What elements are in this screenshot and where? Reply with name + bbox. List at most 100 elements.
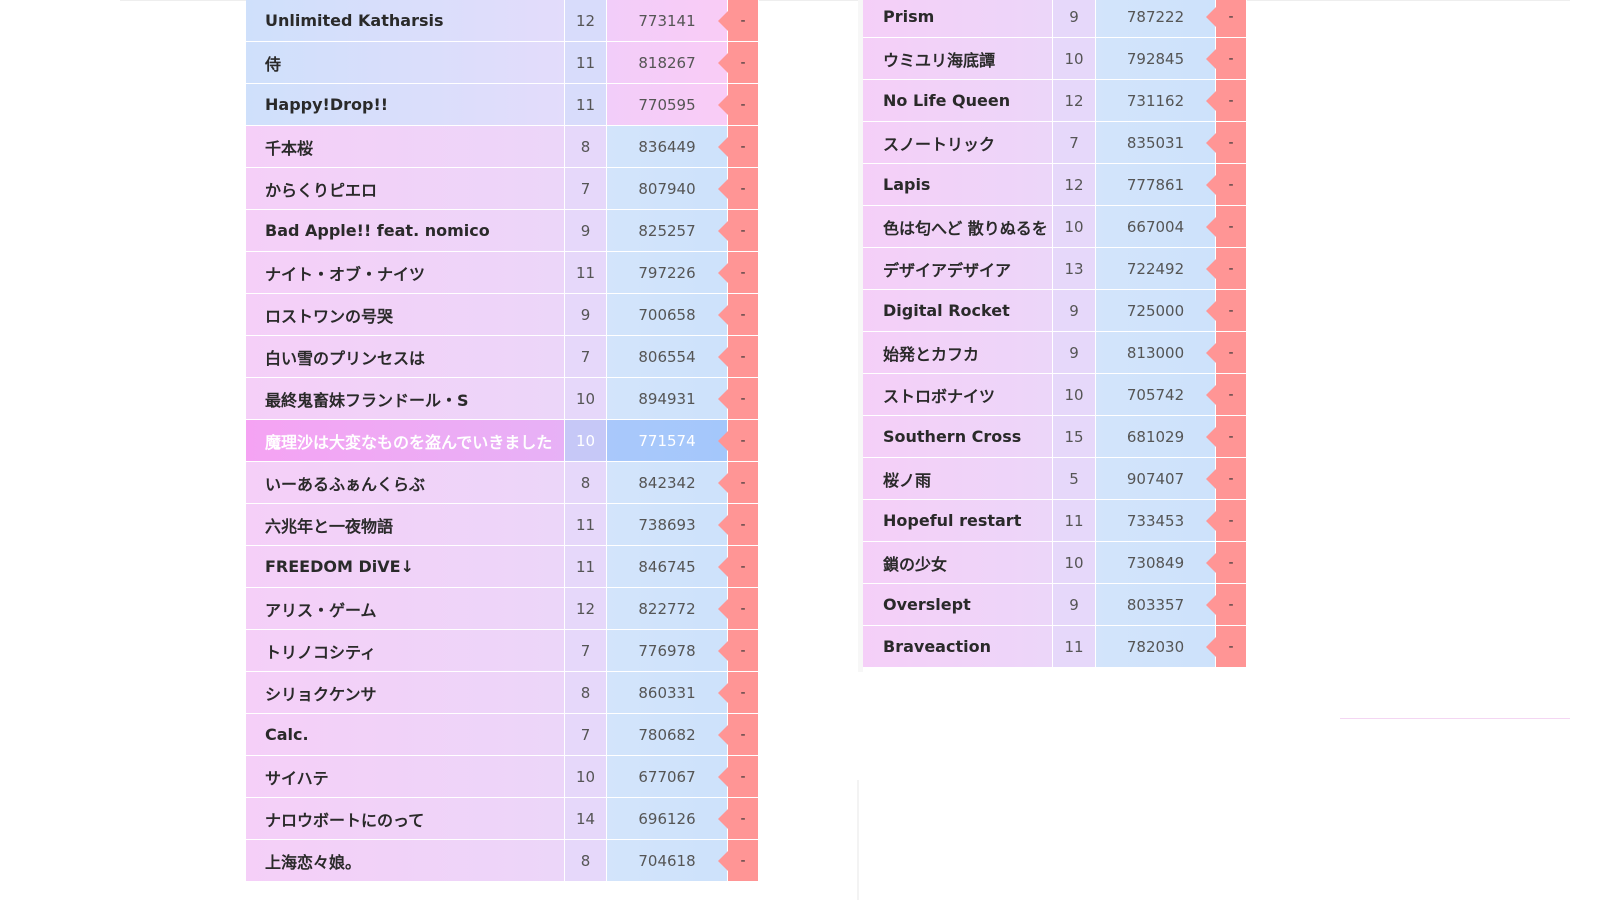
song-score: 894931 [607, 378, 728, 419]
song-row[interactable]: Digital Rocket 9 725000- [863, 290, 1247, 332]
song-level: 15 [1053, 416, 1096, 457]
song-score-table-right: Prism 9 787222- ウミユリ海底譚 10 792845- No Life Que… [863, 0, 1247, 668]
song-score: 725000 [1096, 290, 1216, 331]
column-divider-lower [857, 780, 859, 900]
song-score: 797226 [607, 252, 728, 293]
song-score: 780682 [607, 714, 728, 755]
song-row[interactable]: Happy!Drop!! 11 770595- [246, 84, 759, 126]
song-title: No Life Queen [863, 80, 1053, 121]
song-row[interactable]: Bad Apple!! feat. nomico 9 825257- [246, 210, 759, 252]
song-score: 803357 [1096, 584, 1216, 625]
song-level: 7 [1053, 122, 1096, 163]
song-score: 836449 [607, 126, 728, 167]
song-row[interactable]: Unlimited Katharsis 12 773141- [246, 0, 759, 42]
song-title: 上海恋々娘。 [246, 840, 565, 881]
song-level: 11 [1053, 500, 1096, 541]
song-level: 9 [1053, 0, 1096, 37]
status-badge: - [718, 630, 759, 671]
song-row[interactable]: ナイト・オブ・ナイツ 11 797226- [246, 252, 759, 294]
song-level: 10 [1053, 38, 1096, 79]
status-badge: - [1206, 164, 1247, 205]
song-row[interactable]: FREEDOM DiVE↓ 11 846745- [246, 546, 759, 588]
song-row[interactable]: ウミユリ海底譚 10 792845- [863, 38, 1247, 80]
song-title: アリス・ゲーム [246, 588, 565, 629]
song-row[interactable]: Lapis 12 777861- [863, 164, 1247, 206]
song-row[interactable]: 千本桜 8 836449- [246, 126, 759, 168]
song-row[interactable]: Calc. 7 780682- [246, 714, 759, 756]
song-title: ストロボナイツ [863, 374, 1053, 415]
song-score: 738693 [607, 504, 728, 545]
status-badge: - [1206, 542, 1247, 583]
status-badge: - [718, 168, 759, 209]
song-title: Overslept [863, 584, 1053, 625]
song-title: FREEDOM DiVE↓ [246, 546, 565, 587]
song-level: 11 [565, 84, 607, 125]
song-row[interactable]: デザイアデザイア 13 722492- [863, 248, 1247, 290]
song-row[interactable]: 桜ノ雨 5 907407- [863, 458, 1247, 500]
song-title: Bad Apple!! feat. nomico [246, 210, 565, 251]
song-level: 9 [1053, 290, 1096, 331]
status-badge: - [1206, 0, 1247, 37]
song-title: Southern Cross [863, 416, 1053, 457]
song-title: Lapis [863, 164, 1053, 205]
song-score: 822772 [607, 588, 728, 629]
song-row[interactable]: 白い雪のプリンセスは 7 806554- [246, 336, 759, 378]
song-level: 11 [1053, 626, 1096, 667]
song-row[interactable]: ロストワンの号哭 9 700658- [246, 294, 759, 336]
status-badge: - [718, 672, 759, 713]
song-level: 8 [565, 840, 607, 881]
song-row[interactable]: スノートリック 7 835031- [863, 122, 1247, 164]
song-score: 825257 [607, 210, 728, 251]
song-row[interactable]: 六兆年と一夜物語 11 738693- [246, 504, 759, 546]
song-level: 9 [1053, 584, 1096, 625]
song-row[interactable]: ナロウボートにのって 14 696126- [246, 798, 759, 840]
song-row[interactable]: 鎖の少女 10 730849- [863, 542, 1247, 584]
song-level: 7 [565, 336, 607, 377]
song-row[interactable]: Braveaction 11 782030- [863, 626, 1247, 668]
status-badge: - [1206, 248, 1247, 289]
song-row[interactable]: 上海恋々娘。 8 704618- [246, 840, 759, 882]
song-title: 色は匂へど 散りぬるを [863, 206, 1053, 247]
status-badge: - [1206, 332, 1247, 373]
status-badge: - [1206, 122, 1247, 163]
song-row[interactable]: 始発とカフカ 9 813000- [863, 332, 1247, 374]
song-row[interactable]: 最終鬼畜妹フランドール・S 10 894931- [246, 378, 759, 420]
song-level: 11 [565, 504, 607, 545]
song-row[interactable]: Overslept 9 803357- [863, 584, 1247, 626]
status-badge: - [718, 42, 759, 83]
song-row[interactable]: 色は匂へど 散りぬるを 10 667004- [863, 206, 1247, 248]
song-row[interactable]: No Life Queen 12 731162- [863, 80, 1247, 122]
song-score: 667004 [1096, 206, 1216, 247]
song-level: 12 [1053, 80, 1096, 121]
song-row[interactable]: サイハテ 10 677067- [246, 756, 759, 798]
song-score: 813000 [1096, 332, 1216, 373]
song-level: 5 [1053, 458, 1096, 499]
status-badge: - [718, 798, 759, 839]
song-row[interactable]: Southern Cross 15 681029- [863, 416, 1247, 458]
song-title: 最終鬼畜妹フランドール・S [246, 378, 565, 419]
song-title: 侍 [246, 42, 565, 83]
song-row[interactable]: シリョクケンサ 8 860331- [246, 672, 759, 714]
song-title: シリョクケンサ [246, 672, 565, 713]
status-badge: - [1206, 80, 1247, 121]
song-row[interactable]: Hopeful restart 11 733453- [863, 500, 1247, 542]
song-title: Happy!Drop!! [246, 84, 565, 125]
song-level: 10 [1053, 206, 1096, 247]
song-row[interactable]: 魔理沙は大変なものを盗んでいきました 10 771574- [246, 420, 759, 462]
song-row[interactable]: Prism 9 787222- [863, 0, 1247, 38]
status-badge: - [718, 210, 759, 251]
status-badge: - [718, 126, 759, 167]
song-score: 733453 [1096, 500, 1216, 541]
song-row[interactable]: 侍 11 818267- [246, 42, 759, 84]
song-level: 7 [565, 630, 607, 671]
song-row[interactable]: ストロボナイツ 10 705742- [863, 374, 1247, 416]
status-badge: - [718, 756, 759, 797]
song-score: 773141 [607, 0, 728, 41]
song-score: 731162 [1096, 80, 1216, 121]
song-score: 782030 [1096, 626, 1216, 667]
song-row[interactable]: トリノコシティ 7 776978- [246, 630, 759, 672]
status-badge: - [718, 462, 759, 503]
song-row[interactable]: からくりピエロ 7 807940- [246, 168, 759, 210]
song-row[interactable]: いーあるふぁんくらぶ 8 842342- [246, 462, 759, 504]
song-row[interactable]: アリス・ゲーム 12 822772- [246, 588, 759, 630]
